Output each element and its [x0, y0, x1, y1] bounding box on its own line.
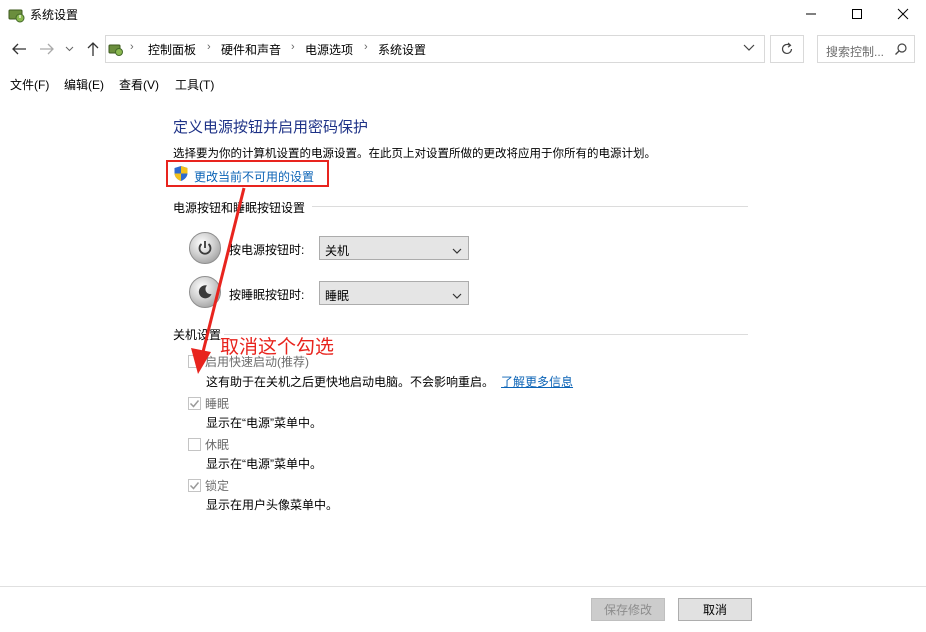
menu-edit[interactable]: 编辑(E) — [64, 76, 104, 93]
refresh-button[interactable] — [770, 35, 804, 63]
maximize-button[interactable] — [834, 0, 880, 28]
maximize-icon — [852, 9, 862, 19]
sleep-button-action-select[interactable]: 睡眠 — [319, 281, 469, 305]
power-button-action-select[interactable]: 关机 — [319, 236, 469, 260]
menu-tools[interactable]: 工具(T) — [175, 76, 214, 93]
lock-description: 显示在用户头像菜单中。 — [206, 498, 339, 512]
search-placeholder: 搜索控制... — [826, 45, 885, 59]
sleep-label: 睡眠 — [205, 397, 230, 411]
cancel-button[interactable]: 取消 — [678, 598, 752, 621]
close-icon — [897, 8, 909, 20]
checkmark-icon — [189, 482, 200, 490]
breadcrumb-separator: › — [364, 41, 368, 53]
checkmark-icon — [189, 400, 200, 408]
sleep-button-action-value: 睡眠 — [325, 289, 350, 303]
lock-label: 锁定 — [205, 479, 230, 493]
footer-divider — [0, 586, 926, 587]
control-panel-icon — [108, 41, 124, 60]
arrow-up-icon — [87, 42, 99, 56]
recent-locations-button[interactable] — [62, 38, 76, 60]
hibernate-checkbox[interactable] — [188, 438, 201, 451]
address-bar[interactable] — [105, 35, 765, 63]
close-button[interactable] — [880, 0, 926, 28]
page-description: 选择要为你的计算机设置的电源设置。在此页上对设置所做的更改将应用于你所有的电源计… — [173, 148, 656, 160]
menu-view[interactable]: 查看(V) — [119, 76, 159, 93]
window-title: 系统设置 — [30, 8, 79, 22]
chevron-down-icon — [743, 44, 755, 51]
annotation-text: 取消这个勾选 — [220, 337, 335, 358]
sleep-description: 显示在“电源”菜单中。 — [206, 416, 322, 430]
save-changes-button[interactable]: 保存修改 — [591, 598, 665, 621]
learn-more-link[interactable]: 了解更多信息 — [501, 375, 573, 389]
minimize-icon — [806, 13, 816, 15]
chevron-down-icon — [452, 244, 462, 258]
group-divider — [312, 206, 748, 207]
power-options-app-icon — [8, 6, 26, 24]
power-button-action-value: 关机 — [325, 244, 350, 258]
up-button[interactable] — [82, 38, 104, 60]
chevron-down-icon — [452, 289, 462, 303]
minimize-button[interactable] — [788, 0, 834, 28]
sleep-checkbox[interactable] — [188, 397, 201, 410]
chevron-down-icon — [65, 46, 73, 52]
breadcrumb-hardware-sound[interactable]: 硬件和声音 — [221, 41, 281, 58]
address-dropdown-button[interactable] — [742, 40, 756, 57]
breadcrumb-system-settings[interactable]: 系统设置 — [378, 41, 426, 58]
hibernate-description: 显示在“电源”菜单中。 — [206, 457, 322, 471]
hibernate-label: 休眠 — [205, 438, 230, 452]
arrow-left-icon — [12, 43, 26, 55]
breadcrumb-control-panel[interactable]: 控制面板 — [148, 41, 196, 58]
title-bar: 系统设置 — [0, 0, 926, 30]
page-title: 定义电源按钮并启用密码保护 — [173, 119, 369, 136]
breadcrumb-separator: › — [291, 41, 295, 53]
refresh-icon — [781, 42, 793, 55]
lock-checkbox[interactable] — [188, 479, 201, 492]
fast-startup-description: 这有助于在关机之后更快地启动电脑。不会影响重启。 了解更多信息 — [206, 373, 573, 390]
arrow-right-icon — [40, 43, 54, 55]
breadcrumb-separator: › — [130, 41, 134, 53]
menu-file[interactable]: 文件(F) — [10, 76, 49, 93]
search-box[interactable]: 搜索控制... — [817, 35, 915, 63]
back-button[interactable] — [8, 38, 30, 60]
search-icon[interactable] — [894, 42, 908, 59]
breadcrumb-separator: › — [207, 41, 211, 53]
breadcrumb-power-options[interactable]: 电源选项 — [305, 41, 353, 58]
forward-button[interactable] — [36, 38, 58, 60]
